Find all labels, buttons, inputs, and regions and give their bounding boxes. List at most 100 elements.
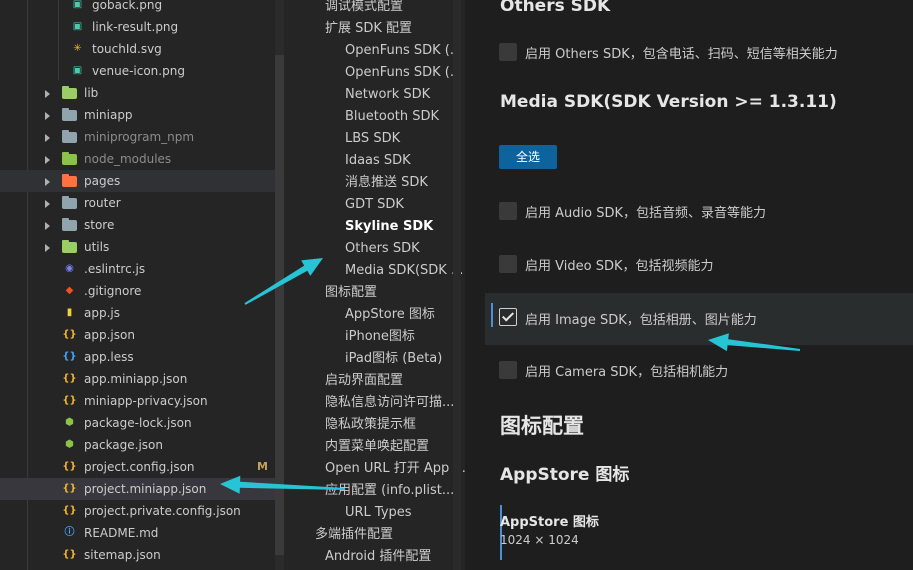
settings-nav-item[interactable]: Skyline SDK <box>345 217 433 237</box>
settings-nav-item[interactable]: OpenFuns SDK (... <box>345 41 462 61</box>
folder-row[interactable]: router <box>0 192 283 214</box>
chevron-right-icon[interactable] <box>45 134 50 142</box>
settings-nav-item[interactable]: 隐私信息访问许可描... <box>325 393 454 413</box>
settings-nav-item[interactable]: 扩展 SDK 配置 <box>325 19 412 39</box>
file-row[interactable]: ▣ goback.png <box>0 0 283 16</box>
settings-nav-item[interactable]: Others SDK <box>345 239 420 259</box>
file-row[interactable]: ✳ touchId.svg <box>0 38 283 60</box>
file-row[interactable]: {} project.config.json M <box>0 456 283 478</box>
folder-icon <box>62 108 77 121</box>
settings-nav-item[interactable]: OpenFuns SDK (... <box>345 63 462 83</box>
settings-nav-item[interactable]: Network SDK <box>345 85 430 105</box>
file-label: miniapp-privacy.json <box>84 394 208 408</box>
chevron-right-icon[interactable] <box>45 244 50 252</box>
checkbox-checked[interactable] <box>499 308 517 326</box>
settings-nav-item[interactable]: 调试模式配置 <box>325 0 403 17</box>
file-label: .gitignore <box>84 284 142 298</box>
chevron-right-icon[interactable] <box>45 156 50 164</box>
chevron-right-icon[interactable] <box>45 90 50 98</box>
media-sdk-option[interactable]: 启用 Video SDK，包括视频能力 <box>485 243 913 287</box>
file-row[interactable]: {} project.miniapp.json <box>0 478 283 500</box>
explorer-scrollbar-thumb[interactable] <box>275 55 284 555</box>
folder-row[interactable]: utils <box>0 236 283 258</box>
others-sdk-checkbox[interactable] <box>499 43 517 61</box>
eslint-file-icon: ◉ <box>65 263 74 274</box>
settings-nav-item[interactable]: 消息推送 SDK <box>345 173 428 193</box>
appstore-icon-card: AppStore 图标 1024 × 1024 <box>500 505 913 570</box>
folder-row[interactable]: miniapp <box>0 104 283 126</box>
settings-nav-item[interactable]: Android 插件配置 <box>325 547 431 567</box>
chevron-right-icon[interactable] <box>45 112 50 120</box>
checkbox[interactable] <box>499 202 517 220</box>
folder-row[interactable]: store <box>0 214 283 236</box>
settings-nav-item[interactable]: Idaas SDK <box>345 151 411 171</box>
file-row[interactable]: {} project.private.config.json <box>0 500 283 522</box>
json-file-icon: {} <box>62 395 77 406</box>
file-row[interactable]: ◆ .gitignore <box>0 280 283 302</box>
file-row[interactable]: ⓘ README.md <box>0 522 283 544</box>
image-file-icon: ▣ <box>72 0 83 10</box>
file-row[interactable]: ⬢ package.json <box>0 434 283 456</box>
media-sdk-option[interactable]: 启用 Image SDK，包括相册、图片能力 <box>485 293 913 345</box>
file-row[interactable]: ▮ app.js <box>0 302 283 324</box>
appstore-icon-heading: AppStore 图标 <box>500 465 630 485</box>
chevron-right-icon[interactable] <box>45 222 50 230</box>
settings-nav-item[interactable]: Open URL 打开 App ... <box>325 459 465 479</box>
chevron-right-icon[interactable] <box>45 200 50 208</box>
settings-nav-item[interactable]: URL Types <box>345 503 412 523</box>
file-row[interactable]: ◉ .eslintrc.js <box>0 258 283 280</box>
settings-nav-item[interactable]: Bluetooth SDK <box>345 107 439 127</box>
file-row[interactable]: {} miniapp-privacy.json <box>0 390 283 412</box>
checkbox[interactable] <box>499 255 517 273</box>
folder-row[interactable]: node_modules <box>0 148 283 170</box>
settings-nav-item[interactable]: 多端插件配置 <box>315 525 393 545</box>
media-sdk-option[interactable]: 启用 Audio SDK，包括音频、录音等能力 <box>485 190 913 234</box>
file-label: project.private.config.json <box>84 504 241 518</box>
folder-row[interactable]: lib <box>0 82 283 104</box>
checkbox[interactable] <box>499 361 517 379</box>
file-row[interactable]: ▣ venue-icon.png <box>0 60 283 82</box>
folder-icon <box>62 174 77 187</box>
file-label: lib <box>84 86 99 100</box>
chevron-right-icon[interactable] <box>45 178 50 186</box>
settings-nav-item[interactable]: LBS SDK <box>345 129 400 149</box>
settings-nav-item[interactable]: iPhone图标 <box>345 327 415 347</box>
folder-icon <box>62 86 77 99</box>
settings-nav-item[interactable]: 启动界面配置 <box>325 371 403 391</box>
settings-nav-item[interactable]: GDT SDK <box>345 195 404 215</box>
settings-nav-item[interactable]: iPad图标 (Beta) <box>345 349 442 369</box>
file-label: README.md <box>84 526 159 540</box>
settings-nav-item[interactable]: 隐私政策提示框 <box>325 415 416 435</box>
file-label: miniprogram_npm <box>84 130 195 144</box>
file-label: app.js <box>84 306 120 320</box>
file-row[interactable]: {} app.miniapp.json <box>0 368 283 390</box>
folder-icon <box>62 130 77 143</box>
media-sdk-option-label: 启用 Audio SDK，包括音频、录音等能力 <box>525 206 767 221</box>
file-label: miniapp <box>84 108 133 122</box>
json-file-icon: {} <box>62 505 77 516</box>
nav-scrollbar[interactable] <box>453 0 461 570</box>
git-file-icon: ◆ <box>65 285 74 296</box>
others-sdk-option[interactable]: 启用 Others SDK，包含电话、扫码、短信等相关能力 <box>485 31 913 75</box>
file-row[interactable]: {} sitemap.json <box>0 544 283 566</box>
settings-nav-item[interactable]: AppStore 图标 <box>345 305 435 325</box>
less-file-icon: {} <box>62 351 77 362</box>
select-all-button[interactable]: 全选 <box>499 145 557 169</box>
settings-nav-item[interactable]: 应用配置 (info.plist... <box>325 481 454 501</box>
settings-nav-item[interactable]: 图标配置 <box>325 283 377 303</box>
file-row[interactable]: {} app.json <box>0 324 283 346</box>
folder-icon <box>62 240 77 253</box>
file-label: router <box>84 196 121 210</box>
settings-nav-item[interactable]: 内置菜单唤起配置 <box>325 437 429 457</box>
file-row[interactable]: ⬢ package-lock.json <box>0 412 283 434</box>
file-label: goback.png <box>92 0 163 12</box>
media-sdk-option[interactable]: 启用 Camera SDK，包括相机能力 <box>485 349 913 393</box>
folder-row[interactable]: miniprogram_npm <box>0 126 283 148</box>
folder-row[interactable]: pages <box>0 170 283 192</box>
file-row[interactable]: ▣ link-result.png <box>0 16 283 38</box>
file-label: store <box>84 218 115 232</box>
file-label: project.miniapp.json <box>84 482 207 496</box>
json-file-icon: {} <box>62 329 77 340</box>
settings-nav-item[interactable]: Media SDK(SDK ... <box>345 261 463 281</box>
file-row[interactable]: {} app.less <box>0 346 283 368</box>
